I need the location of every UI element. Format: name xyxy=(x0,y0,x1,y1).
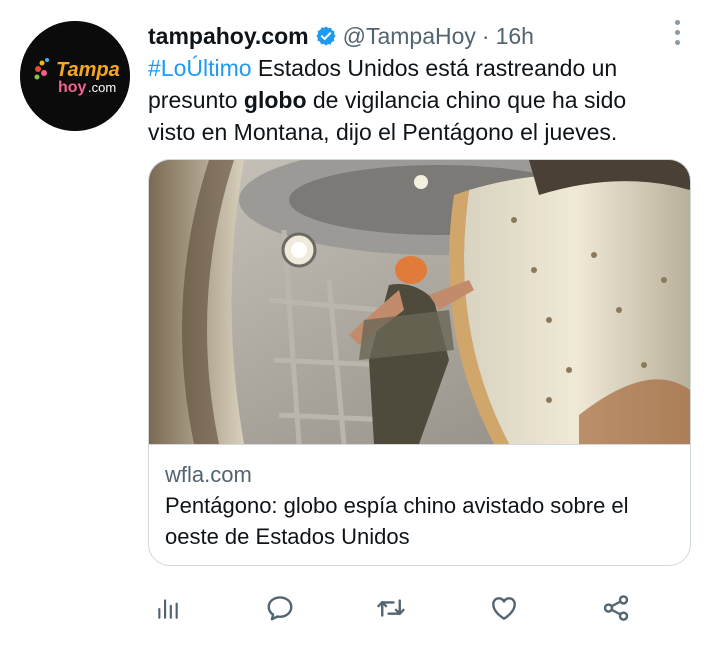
tweet-text: #LoÚltimo Estados Unidos está rastreando… xyxy=(148,52,678,148)
card-divider xyxy=(149,444,690,445)
logo-word-tampa: Tampa xyxy=(56,59,120,81)
logo-word-hoy: hoy xyxy=(58,79,87,96)
separator: · xyxy=(481,22,490,49)
tweet-text-bold: globo xyxy=(243,87,307,113)
like-icon[interactable] xyxy=(484,588,524,628)
more-options-icon[interactable] xyxy=(665,18,689,46)
user-handle[interactable]: @TampaHoy xyxy=(343,23,476,50)
analytics-icon[interactable] xyxy=(148,588,188,628)
reply-icon[interactable] xyxy=(260,588,300,628)
card-title: Pentágono: globo espía chino avistado so… xyxy=(165,493,629,549)
logo-suffix: .com xyxy=(88,80,116,95)
card-domain: wfla.com xyxy=(165,462,252,487)
display-name[interactable]: tampahoy.com xyxy=(148,23,309,50)
timestamp[interactable]: 16h xyxy=(496,23,534,50)
action-bar xyxy=(0,588,704,628)
link-card[interactable]: wfla.com Pentágono: globo espía chino av… xyxy=(148,159,691,566)
tweet-header: tampahoy.com @TampaHoy · 16h xyxy=(148,20,534,52)
avatar[interactable]: Tampa hoy .com xyxy=(20,21,130,131)
verified-badge-icon xyxy=(315,25,337,47)
share-icon[interactable] xyxy=(596,588,636,628)
hashtag-link[interactable]: #LoÚltimo xyxy=(148,55,252,81)
retweet-icon[interactable] xyxy=(371,588,411,628)
card-image[interactable] xyxy=(149,160,690,444)
